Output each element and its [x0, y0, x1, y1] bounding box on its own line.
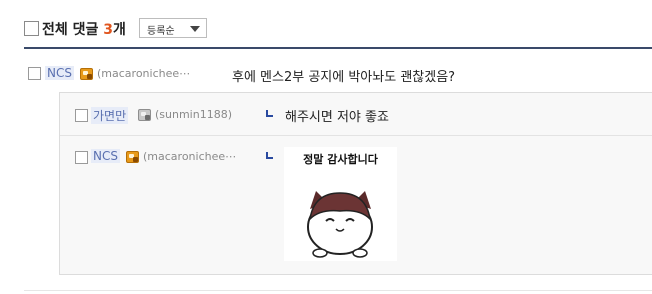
reply-content: 해주시면 저야 좋죠	[285, 110, 389, 125]
reply-checkbox[interactable]	[75, 151, 88, 164]
sort-order-select[interactable]: 등록순	[139, 18, 207, 38]
dropdown-arrow-icon	[190, 26, 200, 32]
reply-checkbox[interactable]	[75, 109, 88, 122]
comments-header-title: 전체 댓글 3개	[42, 19, 126, 39]
reply-nickname[interactable]: NCS	[91, 149, 120, 163]
reply-user-id: (sunmin1188)	[155, 108, 232, 121]
comment-count-suffix: 개	[113, 22, 126, 38]
header-divider	[24, 47, 652, 49]
user-level-badge-icon	[126, 151, 139, 163]
comment-count: 3	[103, 22, 114, 38]
reply-arrow-icon	[266, 110, 273, 117]
reply-nickname[interactable]: 가면만	[91, 107, 129, 124]
sort-order-value: 등록순	[147, 26, 175, 37]
comment-checkbox[interactable]	[28, 67, 41, 80]
comment-nickname[interactable]: NCS	[45, 66, 74, 80]
user-level-badge-icon	[138, 109, 151, 121]
reply-divider	[60, 135, 652, 136]
select-all-checkbox[interactable]	[24, 21, 39, 36]
sticker-image: 정말 감사합니다	[284, 147, 397, 261]
user-level-badge-icon	[80, 68, 93, 80]
reply-arrow-icon	[266, 152, 273, 159]
cat-sticker-icon	[307, 191, 373, 258]
reply-user-id: (macaronichee⋯	[143, 150, 237, 163]
comments-header-label: 전체 댓글	[42, 22, 99, 38]
comment-content: 후에 멘스2부 공지에 박아놔도 괜찮겠음?	[232, 70, 456, 85]
comments-bottom-divider	[24, 290, 652, 291]
comment-user-id: (macaronichee⋯	[97, 67, 191, 80]
